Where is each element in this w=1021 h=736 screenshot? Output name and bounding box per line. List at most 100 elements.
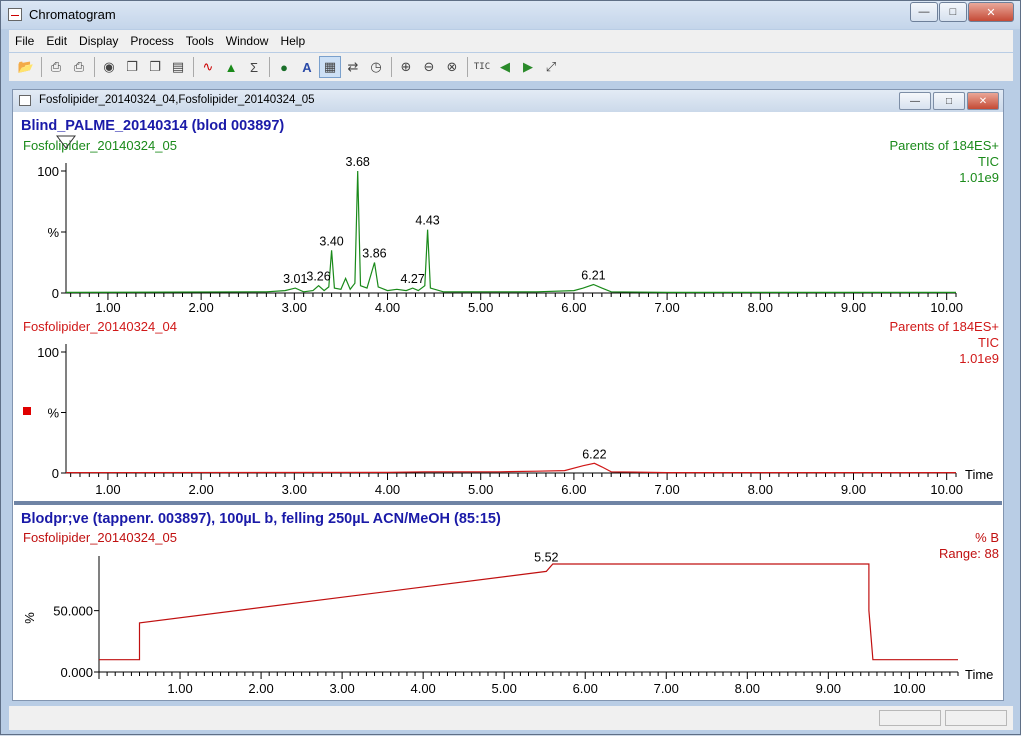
sigma-icon: Σ bbox=[249, 59, 259, 75]
menu-window[interactable]: Window bbox=[220, 34, 275, 48]
font-button[interactable]: A bbox=[296, 56, 318, 78]
paste-button[interactable]: ▤ bbox=[167, 56, 189, 78]
menu-process[interactable]: Process bbox=[124, 34, 179, 48]
chromatogram-child-window: Fosfolipider_20140324_04,Fosfolipider_20… bbox=[12, 89, 1004, 701]
child-close-button[interactable]: ✕ bbox=[967, 92, 999, 110]
x-tick-label: 1.00 bbox=[95, 300, 120, 315]
title-bar[interactable]: Chromatogram — □ ✕ bbox=[1, 1, 1020, 29]
menu-display[interactable]: Display bbox=[73, 34, 124, 48]
copy-list-icon: ❐ bbox=[149, 59, 161, 74]
y-tick-label: 0 bbox=[52, 286, 59, 301]
trace-info-label: Range: 88 bbox=[939, 546, 999, 561]
minimize-icon: — bbox=[910, 95, 920, 107]
x-tick-label: 2.00 bbox=[188, 300, 213, 315]
trace-info-label: 1.01e9 bbox=[959, 351, 999, 366]
x-tick-label: 2.00 bbox=[188, 482, 213, 497]
peak-detect-button[interactable]: ∿ bbox=[197, 56, 219, 78]
x-tick-label: 3.00 bbox=[282, 482, 307, 497]
previous-button[interactable]: ◀ bbox=[494, 56, 516, 78]
menu-help[interactable]: Help bbox=[274, 34, 311, 48]
x-tick-label: 6.00 bbox=[561, 482, 586, 497]
x-tick-label: 3.00 bbox=[329, 681, 354, 696]
menu-file[interactable]: File bbox=[9, 34, 40, 48]
library-button[interactable]: ● bbox=[273, 56, 295, 78]
header-subtitle: Blodpr;ve (tappenr. 003897), 100µL b, fe… bbox=[21, 511, 501, 527]
combine-button[interactable]: ⇄ bbox=[342, 56, 364, 78]
x-tick-label: 4.00 bbox=[375, 482, 400, 497]
y-tick-label: % bbox=[47, 225, 59, 240]
child-title-bar[interactable]: Fosfolipider_20140324_04,Fosfolipider_20… bbox=[13, 90, 1003, 112]
x-tick-label: 6.00 bbox=[561, 300, 586, 315]
tic-button[interactable]: TIC bbox=[471, 56, 493, 78]
integrate-button[interactable]: ▲ bbox=[220, 56, 242, 78]
print-preview-button[interactable]: ⎙ bbox=[68, 56, 90, 78]
folder-open-icon: 📂 bbox=[17, 59, 35, 74]
peak-label: 3.26 bbox=[306, 270, 330, 284]
realtime-button[interactable]: ◷ bbox=[365, 56, 387, 78]
print-preview-icon: ⎙ bbox=[73, 59, 85, 74]
peak-label: 6.22 bbox=[582, 447, 606, 461]
x-tick-label: 8.00 bbox=[735, 681, 760, 696]
child-app-icon bbox=[19, 95, 31, 106]
maximize-button[interactable]: □ bbox=[939, 2, 967, 22]
peak-label: 3.40 bbox=[319, 234, 343, 248]
minimize-button[interactable]: — bbox=[910, 2, 938, 22]
close-button[interactable]: ✕ bbox=[968, 2, 1014, 22]
y-tick-label: % bbox=[47, 406, 59, 421]
peak-label: 3.86 bbox=[362, 247, 386, 261]
paste-icon: ▤ bbox=[171, 59, 185, 74]
print-button[interactable]: ⎙ bbox=[45, 56, 67, 78]
child-maximize-button[interactable]: □ bbox=[933, 92, 965, 110]
zoom-in-button[interactable]: ⊕ bbox=[395, 56, 417, 78]
panel-splitter[interactable] bbox=[14, 501, 1002, 505]
expand-icon: ⤢ bbox=[545, 59, 557, 74]
x-tick-label: 4.00 bbox=[410, 681, 435, 696]
child-minimize-button[interactable]: — bbox=[899, 92, 931, 110]
menu-edit[interactable]: Edit bbox=[40, 34, 73, 48]
clock-icon: ◷ bbox=[370, 59, 382, 74]
next-button[interactable]: ▶ bbox=[517, 56, 539, 78]
x-axis-label: Time bbox=[965, 467, 993, 482]
zoom-reset-button[interactable]: ⊗ bbox=[441, 56, 463, 78]
child-title: Fosfolipider_20140324_04,Fosfolipider_20… bbox=[39, 94, 315, 106]
x-tick-label: 6.00 bbox=[573, 681, 598, 696]
y-tick-label: 50.000 bbox=[53, 604, 93, 619]
close-icon: ✕ bbox=[978, 95, 988, 107]
peak-label: 6.21 bbox=[581, 268, 605, 282]
minimize-icon: — bbox=[918, 6, 930, 18]
fit-button[interactable]: ⤢ bbox=[540, 56, 562, 78]
copy-button[interactable]: ❐ bbox=[121, 56, 143, 78]
x-tick-label: 10.00 bbox=[930, 300, 963, 315]
peak-label: 3.68 bbox=[346, 155, 370, 169]
header-toggle-button[interactable]: ▦ bbox=[319, 56, 341, 78]
zoom-in-icon: ⊕ bbox=[400, 59, 412, 74]
zoom-out-icon: ⊖ bbox=[423, 59, 435, 74]
x-tick-label: 5.00 bbox=[492, 681, 517, 696]
trace-name: Fosfolipider_20140324_05 bbox=[23, 138, 177, 153]
x-tick-label: 10.00 bbox=[893, 681, 926, 696]
trace-name: Fosfolipider_20140324_05 bbox=[23, 530, 177, 545]
x-tick-label: 5.00 bbox=[468, 482, 493, 497]
x-tick-label: 1.00 bbox=[167, 681, 192, 696]
x-tick-label: 4.00 bbox=[375, 300, 400, 315]
x-tick-label: 10.00 bbox=[930, 482, 963, 497]
combine-icon: ⇄ bbox=[347, 59, 359, 74]
tic-label: TIC bbox=[473, 62, 491, 72]
main-window: Chromatogram — □ ✕ File Edit Display Pro… bbox=[0, 0, 1021, 735]
trace-info-label: Parents of 184ES+ bbox=[890, 319, 1000, 334]
open-button[interactable]: 📂 bbox=[15, 56, 37, 78]
zoom-out-button[interactable]: ⊖ bbox=[418, 56, 440, 78]
menu-tools[interactable]: Tools bbox=[180, 34, 220, 48]
sum-button[interactable]: Σ bbox=[243, 56, 265, 78]
arrow-right-icon: ▶ bbox=[523, 59, 533, 74]
font-icon: A bbox=[302, 59, 312, 75]
y-tick-label: 0.000 bbox=[60, 665, 93, 680]
window-title: Chromatogram bbox=[29, 7, 116, 22]
snapshot-button[interactable]: ◉ bbox=[98, 56, 120, 78]
maximize-icon: □ bbox=[945, 95, 953, 107]
copy-list-button[interactable]: ❐ bbox=[144, 56, 166, 78]
trace-name: Fosfolipider_20140324_04 bbox=[23, 319, 177, 334]
trace-info-label: Parents of 184ES+ bbox=[890, 138, 1000, 153]
arrow-left-icon: ◀ bbox=[500, 59, 510, 74]
y-tick-label: 0 bbox=[52, 466, 59, 481]
